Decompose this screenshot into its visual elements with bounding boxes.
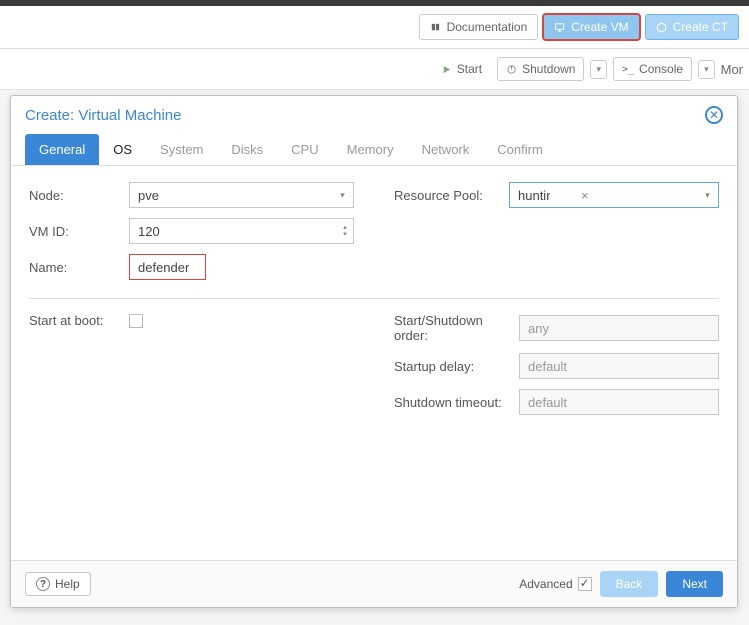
tab-general[interactable]: General [25, 134, 99, 165]
pool-label: Resource Pool: [394, 188, 509, 203]
shutdown-timeout-input[interactable] [519, 389, 719, 415]
create-ct-button[interactable]: Create CT [645, 14, 739, 40]
order-label: Start/Shutdown order: [394, 313, 519, 343]
documentation-label: Documentation [447, 20, 528, 34]
cube-icon [656, 22, 667, 33]
dialog-footer: ? Help Advanced Back Next [11, 560, 737, 607]
start-at-boot-label: Start at boot: [29, 313, 129, 328]
help-button[interactable]: ? Help [25, 572, 91, 596]
tab-confirm[interactable]: Confirm [483, 134, 557, 165]
node-combo-trigger[interactable]: ▾ [330, 182, 354, 208]
advanced-toggle[interactable]: Advanced [519, 577, 591, 591]
startup-delay-input[interactable] [519, 353, 719, 379]
monitor-icon [554, 22, 565, 33]
name-label: Name: [29, 260, 129, 275]
console-dropdown-caret[interactable]: ▾ [698, 60, 715, 79]
vmid-spinner-buttons[interactable]: ▴ ▾ [336, 218, 354, 244]
tab-cpu[interactable]: CPU [277, 134, 332, 165]
console-button[interactable]: >_ Console [613, 57, 692, 81]
dialog-tabs: General OS System Disks CPU Memory Netwo… [11, 134, 737, 166]
create-vm-button[interactable]: Create VM [543, 14, 639, 40]
tab-disks[interactable]: Disks [217, 134, 277, 165]
start-label: Start [457, 62, 482, 76]
start-at-boot-checkbox[interactable] [129, 314, 143, 328]
more-truncated[interactable]: Mor [721, 62, 743, 77]
console-icon: >_ [622, 64, 634, 75]
vmid-spinner[interactable] [129, 218, 354, 244]
resource-pool-combo[interactable] [509, 182, 576, 208]
power-icon [506, 64, 517, 75]
start-button[interactable]: Start [432, 57, 491, 81]
dialog-body: Node: ▾ VM ID: ▴ ▾ [11, 166, 737, 560]
pool-combo-trigger[interactable]: ▾ [695, 182, 719, 208]
advanced-checkbox[interactable] [578, 577, 592, 591]
shutdown-timeout-label: Shutdown timeout: [394, 395, 519, 410]
order-input[interactable] [519, 315, 719, 341]
form-divider [29, 298, 719, 299]
header-toolbar: Documentation Create VM Create CT [0, 6, 749, 49]
close-icon: ✕ [709, 109, 719, 121]
advanced-label: Advanced [519, 577, 572, 591]
spinner-down-icon: ▾ [343, 231, 347, 238]
tab-memory[interactable]: Memory [333, 134, 408, 165]
dialog-close-button[interactable]: ✕ [705, 106, 723, 124]
shutdown-dropdown-caret[interactable]: ▾ [590, 60, 607, 79]
dialog-header: Create: Virtual Machine ✕ [11, 96, 737, 134]
pool-clear-button[interactable]: × [581, 182, 589, 208]
name-input[interactable] [129, 254, 206, 280]
create-vm-label: Create VM [571, 20, 628, 34]
play-icon [441, 64, 452, 75]
shutdown-label: Shutdown [522, 62, 575, 76]
back-button[interactable]: Back [600, 571, 659, 597]
node-combo[interactable] [129, 182, 354, 208]
create-vm-dialog: Create: Virtual Machine ✕ General OS Sys… [10, 95, 738, 608]
tab-network[interactable]: Network [408, 134, 484, 165]
book-icon [430, 22, 441, 33]
create-ct-label: Create CT [673, 20, 728, 34]
spinner-up-icon: ▴ [343, 224, 347, 231]
tab-system[interactable]: System [146, 134, 217, 165]
startup-delay-label: Startup delay: [394, 359, 519, 374]
vmid-label: VM ID: [29, 224, 129, 239]
shutdown-button[interactable]: Shutdown [497, 57, 584, 81]
tab-os[interactable]: OS [99, 134, 146, 165]
dialog-title: Create: Virtual Machine [25, 107, 181, 124]
node-label: Node: [29, 188, 129, 203]
secondary-toolbar: Start Shutdown ▾ >_ Console ▾ Mor [0, 49, 749, 90]
documentation-button[interactable]: Documentation [419, 14, 539, 40]
console-label: Console [639, 62, 683, 76]
help-icon: ? [36, 577, 50, 591]
next-button[interactable]: Next [666, 571, 723, 597]
help-label: Help [55, 577, 80, 591]
